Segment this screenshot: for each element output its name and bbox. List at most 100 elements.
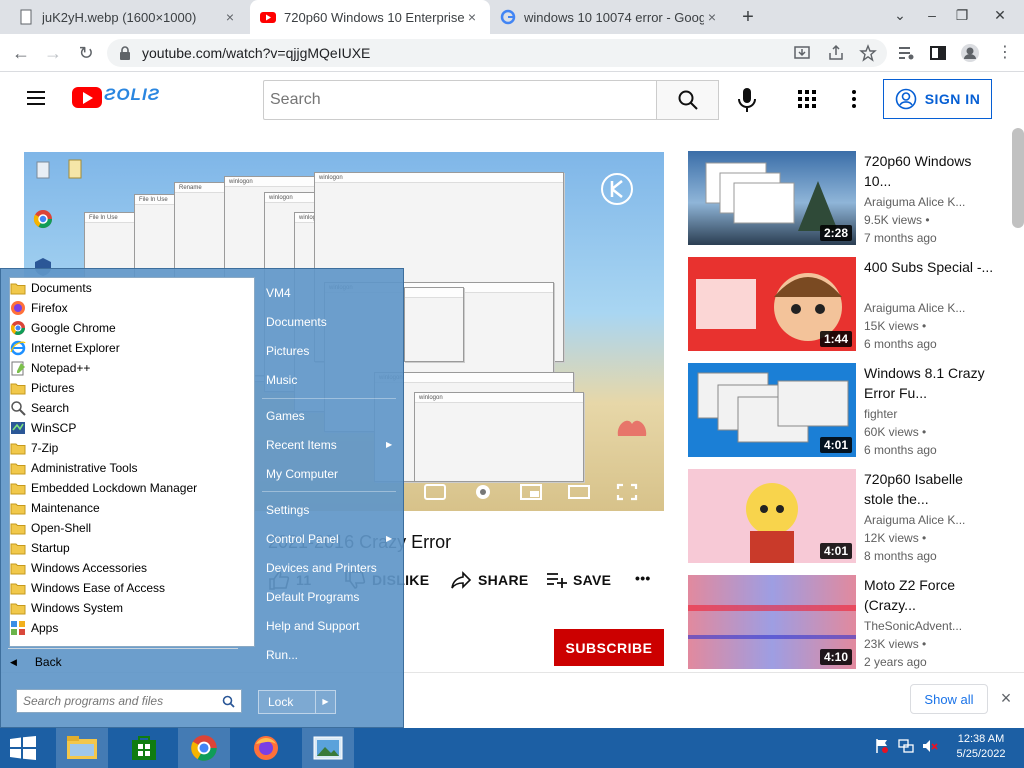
network-icon[interactable] [898,738,914,754]
start-menu-place[interactable]: Control Panel [266,532,339,546]
tab-google[interactable]: windows 10 10074 error - Googl × [490,0,730,34]
menu-icon[interactable]: ⋮ [992,40,1018,66]
channel-name[interactable]: fighter [864,407,897,421]
settings-gear-icon[interactable] [472,483,494,501]
start-menu-item[interactable]: Google Chrome [10,318,116,338]
channel-name[interactable]: Araiguma Alice K... [864,301,965,315]
window-close-icon[interactable]: ✕ [980,0,1020,34]
video-thumbnail[interactable]: 4:10 [688,575,856,669]
start-menu-item[interactable]: Startup [10,538,70,558]
recommendation-item[interactable]: 4:01 720p60 Isabelle stole the... Araigu… [688,469,1018,565]
start-menu-item[interactable]: 7-Zip [10,438,58,458]
share-button[interactable]: SHARE [450,570,529,590]
taskbar-firefox[interactable] [240,728,292,768]
taskbar-store[interactable] [118,728,170,768]
start-menu-item[interactable]: Pictures [10,378,74,398]
taskbar-chrome[interactable] [178,728,230,768]
start-menu-item[interactable]: Windows Accessories [10,558,147,578]
windows-start-icon[interactable] [8,736,38,760]
close-download-bar-icon[interactable]: × [996,688,1016,708]
recommendation-title[interactable]: Windows 8.1 Crazy Error Fu... [864,363,994,403]
start-menu-place[interactable]: Default Programs [266,590,359,604]
lock-button[interactable]: Lock ▶ [258,690,336,714]
start-menu-item[interactable]: Search [10,398,69,418]
tab-image[interactable]: juK2yH.webp (1600×1000) × [8,0,248,34]
start-menu-item[interactable]: Open-Shell [10,518,91,538]
video-thumbnail[interactable]: 2:28 [688,151,856,245]
start-menu-item[interactable]: Windows System [10,598,123,618]
restore-icon[interactable]: ❐ [942,0,982,34]
more-actions-button[interactable]: ••• [635,570,651,586]
start-menu-item[interactable]: Administrative Tools [10,458,138,478]
start-menu-place[interactable]: Music [266,373,297,387]
start-menu-place[interactable]: Devices and Printers [266,561,377,575]
theater-mode-icon[interactable] [568,483,590,501]
address-bar[interactable]: youtube.com/watch?v=qjjgMQeIUXE [107,39,887,67]
captions-icon[interactable] [424,483,446,501]
microphone-icon[interactable] [735,86,759,114]
start-menu-item[interactable]: Windows Ease of Access [10,578,165,598]
miniplayer-icon[interactable] [520,483,542,501]
search-input[interactable] [263,80,656,120]
back-button[interactable]: ◀ Back [10,655,62,669]
start-menu-place[interactable]: My Computer [266,467,338,481]
start-menu-place[interactable]: Help and Support [266,619,359,633]
page-scrollbar[interactable] [1012,128,1024,228]
close-icon[interactable]: × [464,9,480,25]
system-clock[interactable]: 12:38 AM 5/25/2022 [946,732,1016,762]
tab-youtube[interactable]: 720p60 Windows 10 Enterprise L × [250,0,490,34]
new-tab-button[interactable]: + [737,6,759,28]
volume-muted-icon[interactable] [922,738,938,754]
start-menu-item[interactable]: Embedded Lockdown Manager [10,478,197,498]
youtube-logo-icon[interactable] [72,87,102,108]
start-menu-place[interactable]: Games [266,409,305,423]
start-menu-item[interactable]: Firefox [10,298,68,318]
profile-icon[interactable] [960,43,980,63]
start-search-input[interactable] [16,689,242,713]
lock-options-arrow-icon[interactable]: ▶ [315,691,335,713]
back-icon[interactable]: ← [8,40,34,66]
media-control-icon[interactable] [896,43,916,63]
start-menu-place[interactable]: Run... [266,648,298,662]
video-thumbnail[interactable]: 4:01 [688,469,856,563]
start-menu-place[interactable]: Pictures [266,344,309,358]
reload-icon[interactable]: ↻ [73,40,99,66]
search-button[interactable] [656,80,719,120]
sign-in-button[interactable]: SIGN IN [883,79,992,119]
channel-name[interactable]: Araiguma Alice K... [864,513,965,527]
start-menu-item[interactable]: Documents [10,278,92,298]
share-page-icon[interactable] [827,44,845,62]
start-menu-item[interactable]: Maintenance [10,498,100,518]
taskbar-photos[interactable] [302,728,354,768]
recommendation-item[interactable]: 2:28 720p60 Windows 10... Araiguma Alice… [688,151,1018,247]
forward-icon[interactable]: → [40,40,66,66]
save-button[interactable]: SAVE [545,570,611,590]
channel-name[interactable]: Araiguma Alice K... [864,195,965,209]
start-menu-item[interactable]: Internet Explorer [10,338,120,358]
start-menu-item[interactable]: WinSCP [10,418,76,438]
start-menu-place[interactable]: Settings [266,503,309,517]
start-menu-place[interactable]: Recent Items [266,438,337,452]
subscribe-button[interactable]: SUBSCRIBE [554,629,664,666]
apps-grid-icon[interactable] [797,89,817,109]
bookmark-star-icon[interactable] [859,44,877,62]
recommendation-title[interactable]: 720p60 Windows 10... [864,151,994,191]
start-menu-place[interactable]: VM4 [266,286,291,300]
recommendation-title[interactable]: 400 Subs Special -... [864,257,994,277]
action-center-flag-icon[interactable] [874,738,890,754]
taskbar-explorer[interactable] [56,728,108,768]
install-icon[interactable] [793,44,811,62]
start-menu-item[interactable]: Apps [10,618,58,638]
recommendation-title[interactable]: Moto Z2 Force (Crazy... [864,575,994,615]
close-icon[interactable]: × [222,9,238,25]
recommendation-item[interactable]: 1:44 400 Subs Special -... Araiguma Alic… [688,257,1018,353]
recommendation-item[interactable]: 4:01 Windows 8.1 Crazy Error Fu... fight… [688,363,1018,459]
show-all-button[interactable]: Show all [910,684,988,714]
more-vert-icon[interactable] [848,89,860,109]
video-thumbnail[interactable]: 4:01 [688,363,856,457]
channel-name[interactable]: TheSonicAdvent... [864,619,962,633]
start-menu-place[interactable]: Documents [266,315,327,329]
side-panel-icon[interactable] [928,43,948,63]
hamburger-icon[interactable] [27,91,45,105]
close-icon[interactable]: × [704,9,720,25]
